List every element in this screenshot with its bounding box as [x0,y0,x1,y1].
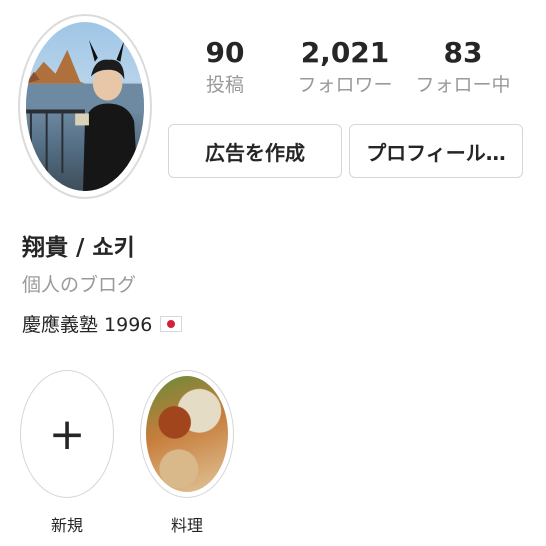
promote-button[interactable]: 広告を作成 [168,124,342,178]
edit-profile-button[interactable]: プロフィール… [349,124,523,178]
profile-avatar-ring[interactable] [18,14,152,199]
highlight-food-label: 料理 [170,516,203,535]
posts-label: 投稿 [205,74,244,96]
profile-bio: 慶應義塾 1996 [22,310,183,337]
highlight-new[interactable]: + [20,370,114,498]
following-count: 83 [443,36,483,69]
following-label: フォロー中 [415,74,511,96]
bio-text: 慶應義塾 1996 [22,314,153,336]
japan-flag-icon [160,315,183,332]
profile-category: 個人のブログ [22,274,137,296]
followers-count: 2,021 [300,36,390,69]
stat-following[interactable]: 83 フォロー中 [408,36,518,98]
followers-label: フォロワー [297,74,393,96]
avatar[interactable] [26,22,144,191]
plus-icon: + [48,409,86,460]
stat-posts[interactable]: 90 投稿 [170,36,280,98]
avatar-photo [26,39,144,191]
highlight-food[interactable] [140,370,234,498]
stat-followers[interactable]: 2,021 フォロワー [290,36,400,98]
profile-name: 翔貴 / 쇼키 [22,235,135,261]
posts-count: 90 [205,36,245,69]
highlight-new-label: 新規 [50,516,83,535]
food-photo [146,376,228,492]
